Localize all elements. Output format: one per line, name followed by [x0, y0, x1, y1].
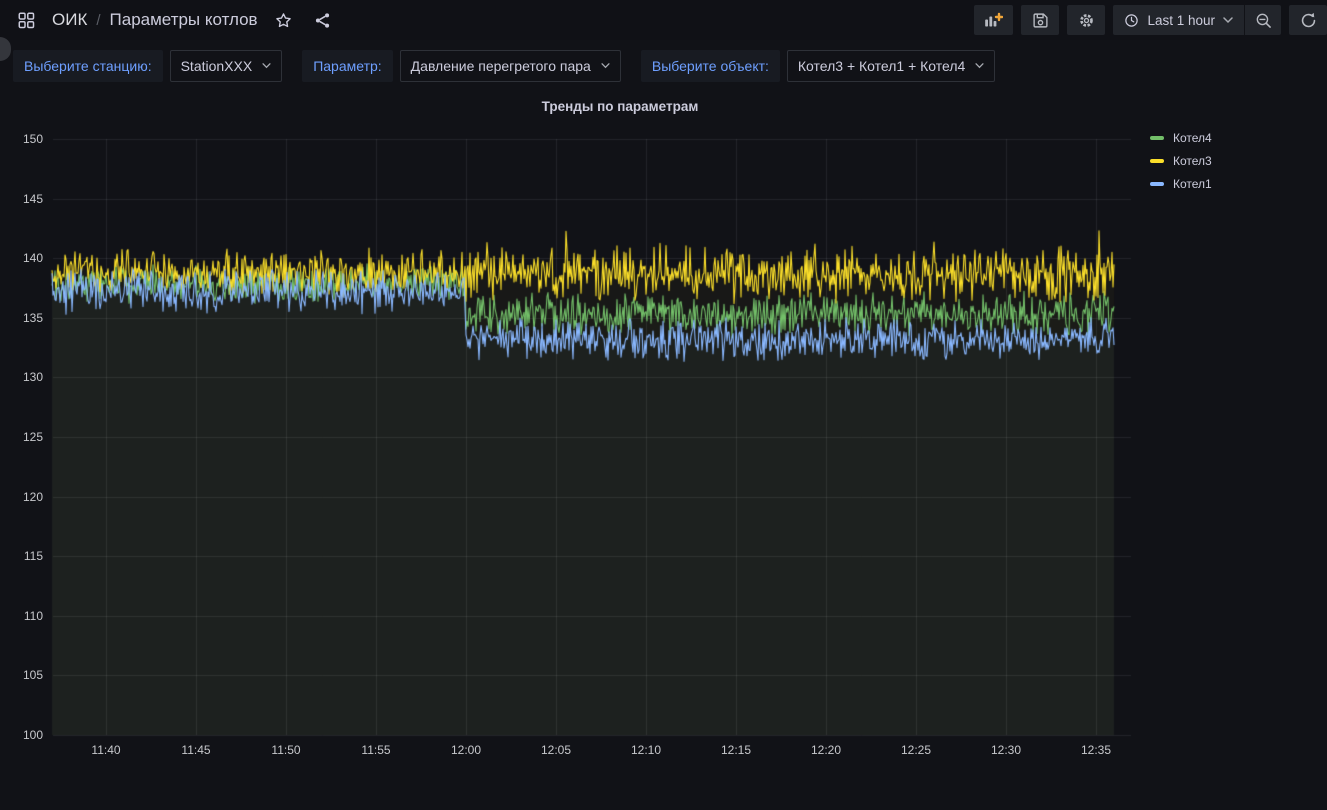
legend-swatch [1150, 182, 1164, 186]
x-tick-label: 12:00 [431, 743, 501, 757]
object-filter: Выберите объект: Котел3 + Котел1 + Котел… [641, 50, 995, 82]
trends-panel: Тренды по параметрам 1501451401351301251… [0, 92, 1327, 810]
legend-swatch [1150, 136, 1164, 140]
chevron-down-icon [262, 63, 271, 69]
legend-label: Котел1 [1173, 177, 1212, 191]
object-filter-selected: Котел3 + Котел1 + Котел4 [798, 58, 965, 74]
legend-swatch [1150, 159, 1164, 163]
refresh-button[interactable] [1289, 5, 1327, 35]
station-filter-selected: StationXXX [181, 58, 253, 74]
share-icon [314, 12, 331, 29]
dashboard-settings-button[interactable] [1067, 5, 1105, 35]
x-tick-label: 12:25 [881, 743, 951, 757]
y-tick-label: 145 [0, 192, 43, 206]
breadcrumb-root[interactable]: ОИК [52, 10, 87, 30]
top-nav: ОИК / Параметры котлов [0, 0, 1327, 40]
parameter-filter-value[interactable]: Давление перегретого пара [400, 50, 621, 82]
sidebar-toggle-handle[interactable] [0, 37, 11, 61]
breadcrumb-separator: / [96, 12, 100, 29]
station-filter-label: Выберите станцию: [13, 50, 163, 82]
parameter-filter: Параметр: Давление перегретого пара [302, 50, 621, 82]
save-dashboard-button[interactable] [1021, 5, 1059, 35]
y-tick-label: 140 [0, 251, 43, 265]
x-tick-label: 11:40 [71, 743, 141, 757]
share-button[interactable] [310, 7, 336, 33]
station-filter-value[interactable]: StationXXX [170, 50, 283, 82]
time-range-picker[interactable]: Last 1 hour [1113, 5, 1244, 35]
legend-label: Котел3 [1173, 154, 1212, 168]
x-tick-label: 12:10 [611, 743, 681, 757]
x-tick-label: 12:20 [791, 743, 861, 757]
save-icon [1032, 12, 1049, 29]
add-panel-icon [984, 12, 1003, 29]
y-tick-label: 125 [0, 430, 43, 444]
y-tick-label: 130 [0, 370, 43, 384]
legend-item[interactable]: Котел4 [1150, 131, 1212, 145]
breadcrumb: ОИК / Параметры котлов [52, 10, 258, 30]
x-tick-label: 12:15 [701, 743, 771, 757]
parameter-filter-selected: Давление перегретого пара [411, 58, 591, 74]
y-tick-label: 110 [0, 609, 43, 623]
legend-item[interactable]: Котел1 [1150, 177, 1212, 191]
x-tick-label: 12:30 [971, 743, 1041, 757]
time-zoom-out-button[interactable] [1245, 5, 1281, 35]
x-tick-label: 11:55 [341, 743, 411, 757]
y-tick-label: 100 [0, 728, 43, 742]
settings-gear-icon [1078, 12, 1095, 29]
chevron-down-icon [601, 63, 610, 69]
y-tick-label: 150 [0, 132, 43, 146]
dashboards-grid-button[interactable] [13, 7, 39, 33]
chevron-down-icon [975, 63, 984, 69]
y-tick-label: 115 [0, 549, 43, 563]
time-range-label: Last 1 hour [1147, 13, 1215, 28]
x-tick-label: 12:05 [521, 743, 591, 757]
chart-legend: Котел4 Котел3 Котел1 [1150, 131, 1212, 191]
y-tick-label: 120 [0, 490, 43, 504]
clock-icon [1124, 13, 1139, 28]
object-filter-label: Выберите объект: [641, 50, 780, 82]
zoom-out-icon [1255, 12, 1272, 29]
x-tick-label: 12:35 [1061, 743, 1131, 757]
x-tick-label: 11:50 [251, 743, 321, 757]
station-filter: Выберите станцию: StationXXX [13, 50, 282, 82]
legend-label: Котел4 [1173, 131, 1212, 145]
add-panel-button[interactable] [974, 5, 1013, 35]
dashboard-variables-row: Выберите станцию: StationXXX Параметр: Д… [13, 50, 995, 82]
x-tick-label: 11:45 [161, 743, 231, 757]
trend-chart-canvas[interactable] [0, 92, 1327, 810]
refresh-icon [1300, 12, 1317, 29]
favorite-star-button[interactable] [271, 7, 297, 33]
dashboards-grid-icon [18, 12, 35, 29]
breadcrumb-current: Параметры котлов [110, 10, 258, 30]
y-tick-label: 105 [0, 668, 43, 682]
parameter-filter-label: Параметр: [302, 50, 392, 82]
time-range-controls: Last 1 hour [1113, 5, 1281, 35]
legend-item[interactable]: Котел3 [1150, 154, 1212, 168]
y-tick-label: 135 [0, 311, 43, 325]
object-filter-value[interactable]: Котел3 + Котел1 + Котел4 [787, 50, 995, 82]
star-icon [275, 12, 292, 29]
chevron-down-icon [1223, 17, 1233, 24]
